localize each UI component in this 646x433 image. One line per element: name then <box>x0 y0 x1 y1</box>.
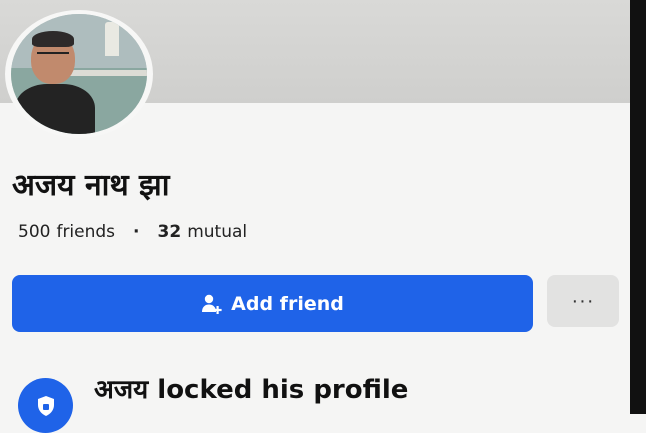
avatar-railing <box>67 70 147 76</box>
add-friend-button[interactable]: Add friend <box>12 275 533 332</box>
friends-stats: 500 friends · 32 mutual <box>18 222 247 242</box>
avatar-body <box>15 84 95 134</box>
screen-edge <box>630 0 646 414</box>
shield-lock-icon <box>18 378 73 433</box>
mutual-label[interactable]: mutual <box>187 222 247 242</box>
more-dots-icon: ··· <box>571 289 595 312</box>
avatar-glasses <box>37 52 69 60</box>
friends-label[interactable]: friends <box>56 222 115 242</box>
avatar-temple <box>105 22 119 56</box>
person-add-icon <box>201 293 223 315</box>
profile-name: अजय नाथ झा <box>12 168 170 203</box>
mutual-count[interactable]: 32 <box>158 222 182 242</box>
more-options-button[interactable]: ··· <box>547 275 619 327</box>
locked-profile-notice: अजय locked his profile <box>94 375 409 405</box>
avatar-hair <box>32 31 74 47</box>
friends-count[interactable]: 500 <box>18 222 50 242</box>
stats-separator: · <box>133 222 140 242</box>
avatar[interactable] <box>11 14 147 134</box>
add-friend-label: Add friend <box>231 292 344 315</box>
